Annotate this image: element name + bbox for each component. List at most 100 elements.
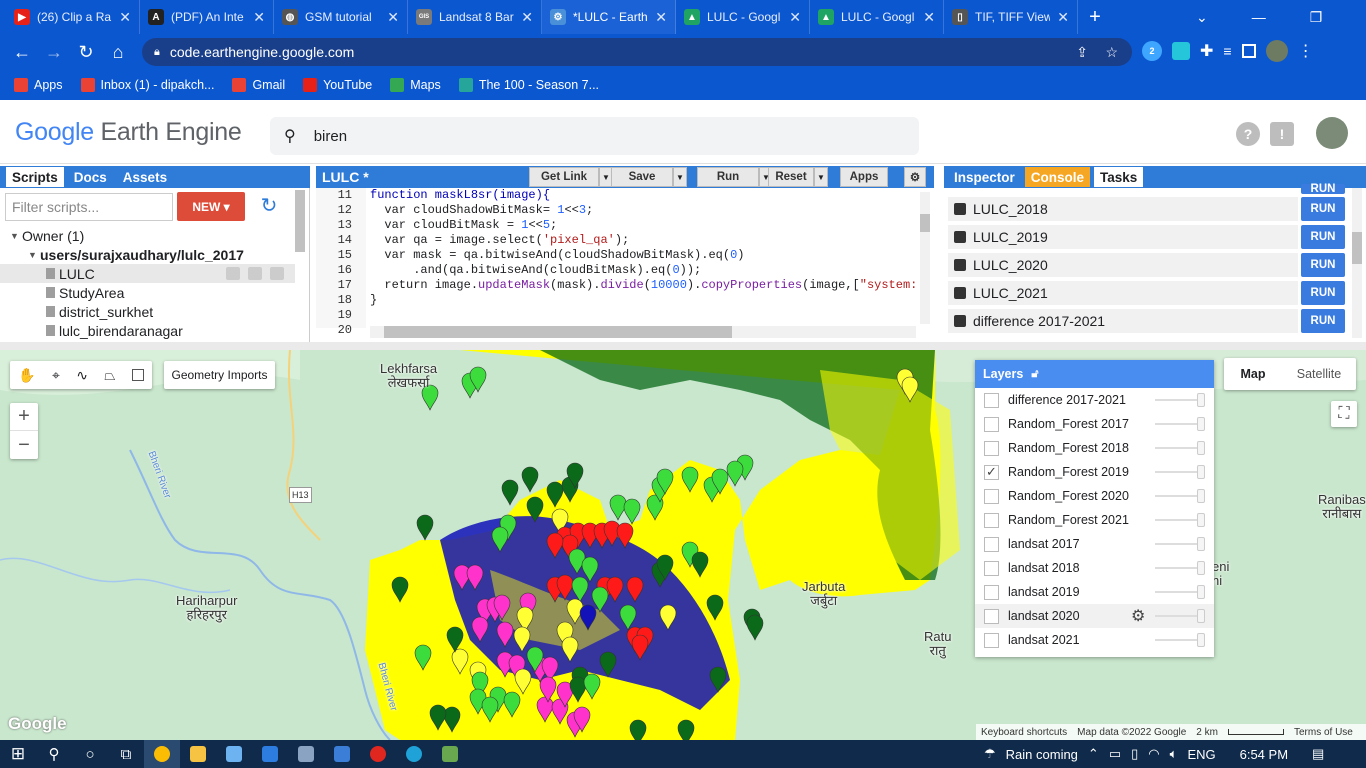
training-point-marker[interactable] (746, 614, 764, 641)
fullscreen-icon[interactable]: ⛶ (1331, 401, 1357, 427)
bookmark-item[interactable]: Gmail (232, 78, 285, 92)
minimize-icon[interactable]: — (1252, 9, 1266, 25)
browser-tab[interactable]: ◍ GSM tutorial ✕ (274, 0, 408, 34)
training-point-marker[interactable] (631, 634, 649, 661)
reset-dropdown[interactable]: ▼ (814, 167, 828, 187)
polygon-icon[interactable]: ⏢ (104, 367, 115, 384)
training-point-marker[interactable] (521, 466, 539, 493)
media-icon[interactable]: ≡ (1223, 43, 1231, 59)
app-icon[interactable] (288, 740, 324, 768)
bookmark-item[interactable]: YouTube (303, 78, 372, 92)
menu-icon[interactable]: ⋮ (1298, 41, 1314, 61)
browser-tab[interactable]: ▶ (26) Clip a Ra ✕ (6, 0, 140, 34)
tab-docs[interactable]: Docs (68, 167, 113, 187)
layer-row[interactable]: landsat 2020 ⚙ (975, 604, 1214, 628)
training-point-marker[interactable] (571, 576, 589, 603)
refresh-icon[interactable]: ↻ (255, 193, 283, 221)
new-button[interactable]: NEW ▾ (177, 192, 245, 221)
windows-start-icon[interactable]: ⊞ (0, 740, 36, 768)
opacity-slider[interactable] (1155, 447, 1201, 449)
chrome-icon[interactable] (144, 740, 180, 768)
code-editor[interactable]: 11 12 13 14 15 16 17 18 19 20 function maskL8sr(i… (316, 188, 934, 342)
opacity-slider[interactable] (1155, 567, 1201, 569)
close-tab-icon[interactable]: ✕ (253, 9, 265, 26)
training-point-marker[interactable] (556, 574, 574, 601)
opacity-slider[interactable] (1155, 591, 1201, 593)
notification-icon[interactable]: ▤ (1312, 746, 1324, 762)
bookmark-item[interactable]: Inbox (1) - dipakch... (80, 78, 214, 92)
save-button[interactable]: Save (611, 167, 673, 187)
layer-row[interactable]: Random_Forest 2017 (975, 412, 1214, 436)
file-district-surkhet[interactable]: district_surkhet (0, 302, 295, 321)
run-button[interactable]: Run (697, 167, 759, 187)
repo-node[interactable]: ▼ users/surajxaudhary/lulc_2017 (0, 245, 295, 264)
line-icon[interactable]: ∿ (76, 367, 88, 384)
layer-row[interactable]: difference 2017-2021 (975, 388, 1214, 412)
layer-row[interactable]: ✓ Random_Forest 2019 (975, 460, 1214, 484)
opacity-slider[interactable] (1155, 495, 1201, 497)
close-tab-icon[interactable]: ✕ (521, 9, 533, 26)
training-point-marker[interactable] (706, 594, 724, 621)
extension-icon-2[interactable] (1172, 42, 1190, 60)
opacity-slider-thumb[interactable] (1197, 561, 1205, 575)
layer-row[interactable]: landsat 2019 (975, 580, 1214, 604)
training-point-marker[interactable] (471, 616, 489, 643)
help-icon[interactable]: ? (1236, 122, 1260, 146)
training-point-marker[interactable] (546, 481, 564, 508)
opacity-slider-thumb[interactable] (1197, 393, 1205, 407)
tab-scripts[interactable]: Scripts (6, 167, 64, 187)
search-box[interactable]: ⚲ biren (270, 117, 919, 155)
search-input[interactable]: biren (314, 128, 347, 145)
app-icon[interactable] (324, 740, 360, 768)
tasks-scrollbar[interactable] (1352, 188, 1362, 338)
opacity-slider-thumb[interactable] (1197, 633, 1205, 647)
training-point-marker[interactable] (726, 460, 744, 487)
lock-icon[interactable]: 🔓︎ (1031, 368, 1038, 381)
code-line[interactable]: } (370, 293, 918, 308)
file-studyarea[interactable]: StudyArea (0, 283, 295, 302)
layer-checkbox[interactable] (984, 512, 999, 528)
training-point-marker[interactable] (709, 666, 727, 693)
training-point-marker[interactable] (453, 564, 471, 591)
code-line[interactable]: return image.updateMask(mask).divide(100… (370, 278, 918, 293)
browser-tab[interactable]: ⚙ *LULC - Earth ✕ (542, 0, 676, 34)
layer-checkbox[interactable] (984, 488, 999, 504)
training-point-marker[interactable] (416, 514, 434, 541)
opacity-slider[interactable] (1155, 471, 1201, 473)
opacity-slider-thumb[interactable] (1197, 465, 1205, 479)
layer-row[interactable]: landsat 2018 (975, 556, 1214, 580)
history-icon[interactable] (226, 267, 240, 280)
browser-tab[interactable]: GIS Landsat 8 Bar ✕ (408, 0, 542, 34)
home-icon[interactable]: ⌂ (102, 36, 134, 68)
editor-hscrollbar[interactable] (370, 326, 916, 338)
layer-row[interactable]: Random_Forest 2018 (975, 436, 1214, 460)
task-view-icon[interactable]: ⧉ (108, 740, 144, 768)
edit-icon[interactable] (248, 267, 262, 280)
opacity-slider-thumb[interactable] (1197, 417, 1205, 431)
training-point-marker[interactable] (583, 673, 601, 700)
terms-link[interactable]: Terms of Use (1294, 727, 1353, 738)
close-tab-icon[interactable]: ✕ (1057, 9, 1069, 26)
tab-inspector[interactable]: Inspector (948, 167, 1021, 187)
training-point-marker[interactable] (616, 522, 634, 549)
omnibox[interactable]: 🔒︎ code.earthengine.google.com ⇪ ☆ (142, 38, 1132, 66)
training-point-marker[interactable] (446, 626, 464, 653)
zoom-out-button[interactable]: − (10, 431, 38, 459)
training-point-marker[interactable] (561, 636, 579, 663)
wifi-icon[interactable]: ◠ (1148, 746, 1159, 762)
layers-header[interactable]: Layers 🔓︎ (975, 360, 1214, 388)
layer-row[interactable]: Random_Forest 2021 (975, 508, 1214, 532)
point-marker-icon[interactable]: ⌖ (52, 367, 60, 384)
store-icon[interactable] (216, 740, 252, 768)
tray-app-icon[interactable]: ▭ (1109, 746, 1121, 762)
training-point-marker[interactable] (681, 466, 699, 493)
code-line[interactable]: var qa = image.select('pixel_qa'); (370, 233, 918, 248)
training-point-marker[interactable] (451, 648, 469, 675)
training-point-marker[interactable] (496, 621, 514, 648)
training-point-marker[interactable] (623, 498, 641, 525)
opacity-slider-thumb[interactable] (1197, 489, 1205, 503)
owner-node[interactable]: ▼ Owner (1) (0, 226, 295, 245)
training-point-marker[interactable] (659, 604, 677, 631)
opacity-slider[interactable] (1155, 615, 1201, 617)
opacity-slider[interactable] (1155, 399, 1201, 401)
